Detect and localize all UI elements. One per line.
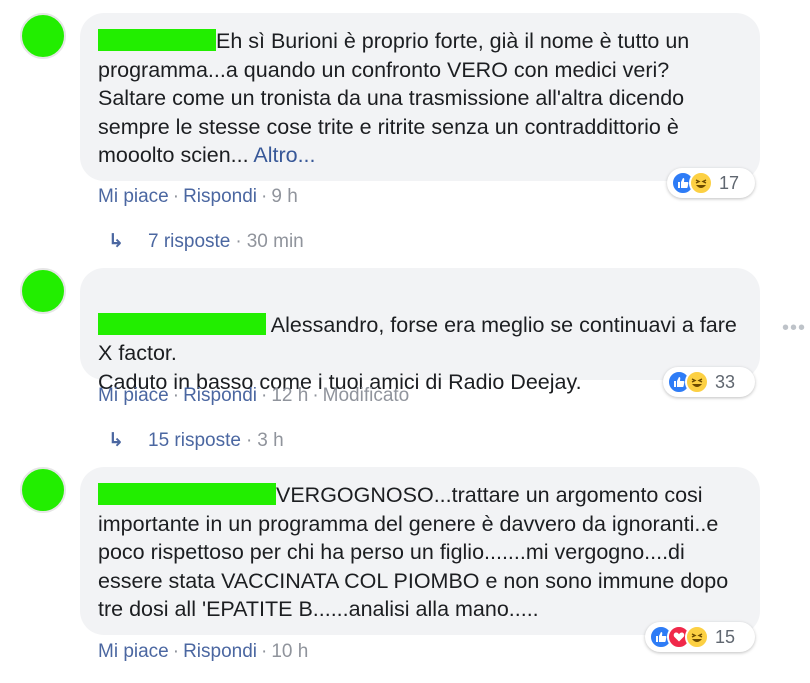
separator: · bbox=[235, 231, 242, 252]
separator: · bbox=[172, 385, 180, 406]
more-options-icon[interactable]: ••• bbox=[782, 317, 806, 340]
comment-bubble: Alessandro, forse era meglio se continua… bbox=[80, 268, 760, 394]
like-button[interactable]: Mi piace bbox=[98, 385, 169, 406]
separator: · bbox=[261, 186, 268, 207]
separator: · bbox=[312, 385, 319, 406]
timestamp[interactable]: 10 h bbox=[271, 641, 308, 662]
haha-icon bbox=[685, 625, 709, 649]
replies-time: 3 h bbox=[257, 430, 284, 451]
haha-icon bbox=[685, 370, 709, 394]
redacted-author-name[interactable] bbox=[98, 483, 276, 505]
like-button[interactable]: Mi piace bbox=[98, 186, 169, 207]
edited-label[interactable]: Modificato bbox=[323, 385, 410, 406]
see-more-link[interactable]: Altro... bbox=[253, 143, 315, 167]
replies-time: 30 min bbox=[246, 231, 304, 252]
separator: · bbox=[172, 186, 180, 207]
like-button[interactable]: Mi piace bbox=[98, 641, 169, 662]
separator: · bbox=[261, 385, 268, 406]
replies-count[interactable]: 15 risposte bbox=[148, 430, 241, 451]
replies-count[interactable]: 7 risposte bbox=[148, 231, 230, 252]
replies-link[interactable]: ↳ 15 risposte · 3 h bbox=[108, 429, 284, 452]
timestamp[interactable]: 9 h bbox=[271, 186, 297, 207]
comment-bubble: VERGOGNOSO...trattare un argomento cosi … bbox=[80, 467, 760, 635]
reply-arrow-icon: ↳ bbox=[108, 430, 124, 451]
reply-button[interactable]: Rispondi bbox=[183, 385, 257, 406]
separator: · bbox=[261, 641, 268, 662]
comment-actions: Mi piace · Rispondi · 12 h · Modificato bbox=[98, 385, 409, 407]
reply-arrow-icon: ↳ bbox=[108, 231, 124, 252]
reaction-count: 15 bbox=[715, 626, 736, 647]
reply-button[interactable]: Rispondi bbox=[183, 186, 257, 207]
avatar[interactable] bbox=[20, 467, 66, 513]
avatar[interactable] bbox=[20, 268, 66, 314]
comment-bubble: Eh sì Burioni è proprio forte, già il no… bbox=[80, 13, 760, 181]
separator: · bbox=[245, 430, 253, 451]
separator: · bbox=[172, 641, 180, 662]
redacted-author-name[interactable] bbox=[98, 312, 266, 335]
comment-actions: Mi piace · Rispondi · 9 h bbox=[98, 186, 298, 208]
haha-icon bbox=[689, 171, 713, 195]
reaction-count: 17 bbox=[719, 172, 740, 193]
reply-button[interactable]: Rispondi bbox=[183, 641, 257, 662]
comment-actions: Mi piace · Rispondi · 10 h bbox=[98, 641, 308, 663]
avatar[interactable] bbox=[20, 13, 66, 59]
reactions-summary[interactable]: 33 bbox=[663, 367, 755, 397]
replies-link[interactable]: ↳ 7 risposte · 30 min bbox=[108, 230, 304, 253]
reactions-summary[interactable]: 17 bbox=[667, 168, 755, 198]
timestamp[interactable]: 12 h bbox=[271, 385, 308, 406]
reaction-count: 33 bbox=[715, 371, 736, 392]
reactions-summary[interactable]: 15 bbox=[645, 622, 755, 652]
redacted-author-name[interactable] bbox=[98, 29, 216, 51]
